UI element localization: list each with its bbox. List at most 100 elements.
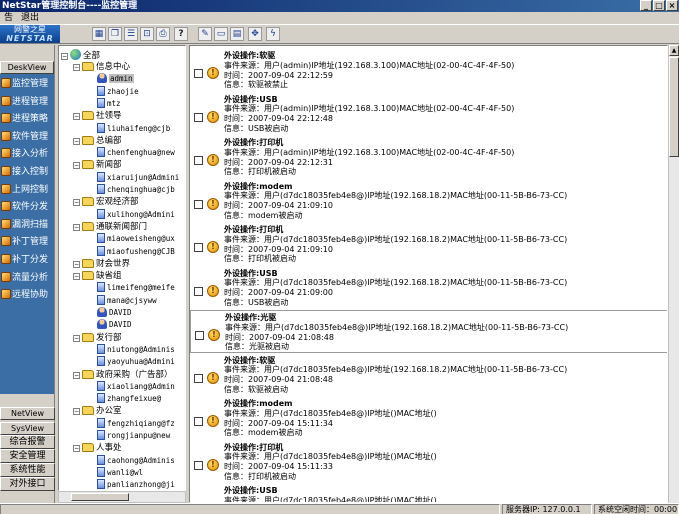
tree-computer[interactable]: chenqinghua@cjb xyxy=(97,184,175,196)
event-checkbox[interactable] xyxy=(195,331,204,340)
print-icon[interactable]: ⎙ xyxy=(156,27,170,41)
tree-computer[interactable]: xulihong@Admini xyxy=(97,208,175,221)
tree-computer[interactable]: mana@cjsyww xyxy=(97,294,157,307)
window-icon[interactable]: ▭ xyxy=(214,27,228,41)
event-entry[interactable]: ! 外设操作:modem 事件来源：用户(d7dc18035feb4e8@)IP地址… xyxy=(190,397,667,440)
tree-computer[interactable]: wanli@wl xyxy=(97,466,143,479)
interface-button[interactable]: 对外接口 xyxy=(0,477,55,491)
tree-computer[interactable]: xiaoliang@Admin xyxy=(97,380,175,393)
event-checkbox[interactable] xyxy=(194,460,203,470)
scroll-thumb[interactable] xyxy=(71,493,129,501)
grid-view-icon[interactable]: ▦ xyxy=(92,27,106,41)
tree-folder[interactable]: − 总编部 xyxy=(73,135,122,147)
event-entry[interactable]: ! 外设操作:光驱 事件来源：用户(d7dc18035feb4e8@)IP地址(19… xyxy=(190,310,667,353)
nav-item-process-policy[interactable]: 进程策略 xyxy=(0,111,54,129)
event-checkbox[interactable] xyxy=(194,286,203,296)
nav-item-monitor[interactable]: 监控管理 xyxy=(0,76,54,94)
event-entry[interactable]: ! 外设操作:打印机 事件来源：用户(d7dc18035feb4e8@)IP地址()… xyxy=(190,441,667,484)
event-checkbox[interactable] xyxy=(194,112,203,122)
collapse-icon[interactable]: − xyxy=(73,260,80,268)
tree-computer[interactable]: mtz xyxy=(97,97,121,110)
netview-header[interactable]: NetView xyxy=(0,407,55,420)
tree-folder[interactable]: − 政府采购（广告部） xyxy=(73,369,173,381)
minimize-button[interactable]: _ xyxy=(640,0,652,11)
event-checkbox[interactable] xyxy=(194,156,203,165)
event-vertical-scrollbar[interactable]: ▲ xyxy=(668,45,679,503)
event-entry[interactable]: !外设操作:USB事件来源：用户(d7dc18035feb4e8@)IP地址()… xyxy=(190,484,667,502)
tree-computer[interactable]: chenfenghua@new xyxy=(97,147,175,159)
alarm-button[interactable]: 综合报警 xyxy=(0,435,55,449)
tree-computer[interactable]: admin xyxy=(97,73,134,85)
tree-computer[interactable]: DAVID xyxy=(97,307,132,319)
performance-button[interactable]: 系统性能 xyxy=(0,463,55,477)
scroll-up-icon[interactable]: ▲ xyxy=(669,45,679,56)
tree-folder[interactable]: − 宏观经济部 xyxy=(73,196,139,208)
collapse-icon[interactable]: − xyxy=(73,273,80,281)
copy-icon[interactable]: ❐ xyxy=(108,27,122,41)
tree-folder[interactable]: − 缺省组 xyxy=(73,270,122,282)
tree-root[interactable]: − 全部 xyxy=(61,49,100,61)
help-icon[interactable]: ? xyxy=(174,27,188,41)
tree-computer[interactable]: miaofusheng@CJB xyxy=(97,245,175,258)
collapse-icon[interactable]: − xyxy=(73,137,80,145)
event-checkbox[interactable] xyxy=(194,373,203,383)
event-entry[interactable]: ! 外设操作:打印机 事件来源：用户(admin)IP地址(192.168.3.10… xyxy=(190,136,667,179)
lock-icon[interactable]: ⊡ xyxy=(140,27,154,41)
close-button[interactable]: × xyxy=(666,0,678,11)
nav-item-remote-assist[interactable]: 远程协助 xyxy=(0,287,54,305)
tree-computer[interactable]: caohong@Adminis xyxy=(97,454,175,467)
event-checkbox[interactable] xyxy=(194,69,203,78)
tree-folder[interactable]: − 财会世界 xyxy=(73,258,130,270)
tree-folder[interactable]: − 办公室 xyxy=(73,405,122,417)
event-entry[interactable]: ! 外设操作:modem 事件来源：用户(d7dc18035feb4e8@)IP地址… xyxy=(190,180,667,223)
event-checkbox[interactable] xyxy=(194,199,203,209)
nav-item-access-control[interactable]: 接入控制 xyxy=(0,164,54,182)
event-checkbox[interactable] xyxy=(194,243,203,252)
tree-computer[interactable]: fengzhiqiang@fz xyxy=(97,417,175,430)
lightning-icon[interactable]: ϟ xyxy=(266,27,280,41)
tree-computer[interactable]: panlianzhong@ji xyxy=(97,479,175,490)
tree-computer[interactable]: zhaojie xyxy=(97,85,139,98)
collapse-icon[interactable]: − xyxy=(73,113,80,121)
collapse-icon[interactable]: − xyxy=(73,199,80,207)
menu-item-report[interactable]: 告 xyxy=(0,12,17,24)
collapse-icon[interactable]: − xyxy=(73,223,80,231)
nav-item-process[interactable]: 进程管理 xyxy=(0,94,54,112)
collapse-icon[interactable]: − xyxy=(73,64,80,71)
sysview-header[interactable]: SysView xyxy=(0,422,55,435)
menu-item-exit[interactable]: 退出 xyxy=(17,12,43,24)
document-icon[interactable]: ▤ xyxy=(230,27,244,41)
nav-item-patch-distribute[interactable]: 补丁分发 xyxy=(0,252,54,270)
tree-computer[interactable]: limeifeng@meife xyxy=(97,282,175,294)
collapse-icon[interactable]: − xyxy=(73,371,80,379)
tree-computer[interactable]: yaoyuhua@Admini xyxy=(97,356,175,368)
collapse-icon[interactable]: − xyxy=(73,162,80,170)
list-icon[interactable]: ☰ xyxy=(124,27,138,41)
nav-item-software-distribute[interactable]: 软件分发 xyxy=(0,199,54,217)
collapse-icon[interactable]: − xyxy=(73,334,80,342)
nav-item-software[interactable]: 软件管理 xyxy=(0,129,54,147)
tree-computer[interactable]: rongjianpu@new xyxy=(97,430,170,442)
event-entry[interactable]: ! 外设操作:USB 事件来源：用户(admin)IP地址(192.168.3.10… xyxy=(190,93,667,136)
event-checkbox[interactable] xyxy=(194,417,203,426)
tree-horizontal-scrollbar[interactable] xyxy=(58,491,186,503)
maximize-button[interactable]: □ xyxy=(653,0,665,11)
tree-computer[interactable]: liuhaifeng@cjb xyxy=(97,122,170,135)
nav-item-traffic[interactable]: 流量分析 xyxy=(0,270,54,288)
tree-computer[interactable]: xiaruijun@Admini xyxy=(97,171,179,184)
nav-item-vuln-scan[interactable]: 漏洞扫描 xyxy=(0,217,54,235)
tree-folder[interactable]: − 社领导 xyxy=(73,110,122,122)
nav-item-patch-manage[interactable]: 补丁管理 xyxy=(0,234,54,252)
collapse-icon[interactable]: − xyxy=(73,445,80,453)
tree-folder[interactable]: − 信息中心 xyxy=(73,61,130,73)
event-entry[interactable]: ! 外设操作:USB 事件来源：用户(d7dc18035feb4e8@)IP地址(1… xyxy=(190,267,667,310)
collapse-icon[interactable]: − xyxy=(61,53,68,60)
security-button[interactable]: 安全管理 xyxy=(0,449,55,463)
event-entry[interactable]: ! 外设操作:打印机 事件来源：用户(d7dc18035feb4e8@)IP地址(1… xyxy=(190,223,667,266)
tree-folder[interactable]: − 发行部 xyxy=(73,332,122,344)
tree-computer[interactable]: DAVID xyxy=(97,319,132,331)
tree-computer[interactable]: zhangfeixue@ xyxy=(97,393,161,405)
edit-icon[interactable]: ✎ xyxy=(198,27,212,41)
collapse-icon[interactable]: − xyxy=(73,408,80,416)
tree-computer[interactable]: niutong@Adminis xyxy=(97,343,175,356)
